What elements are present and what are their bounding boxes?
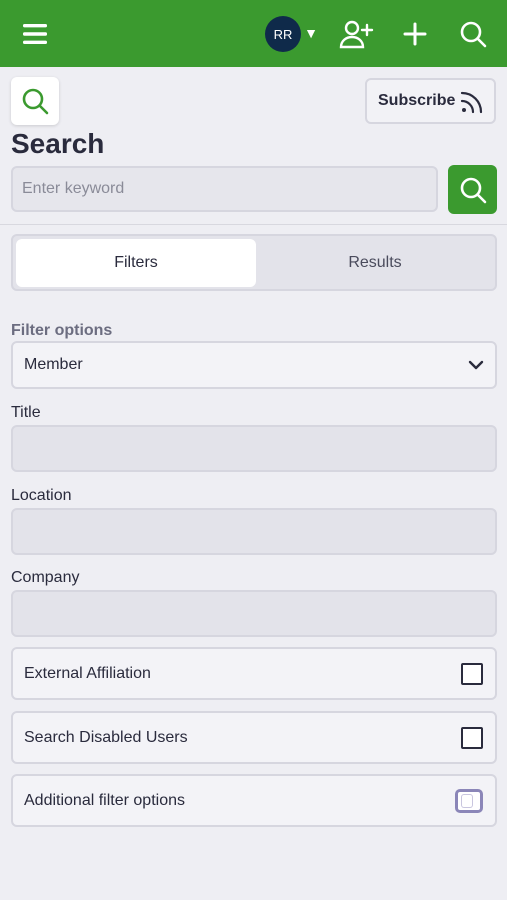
page-title: Search <box>11 128 105 159</box>
search-input[interactable] <box>11 166 438 212</box>
location-label: Location <box>11 487 72 504</box>
hamburger-menu-icon[interactable] <box>19 18 51 50</box>
rss-icon <box>460 90 484 119</box>
search-disabled-users-label: Search Disabled Users <box>24 728 188 746</box>
top-app-bar: RR ▼ <box>0 0 507 67</box>
title-field[interactable] <box>11 425 497 472</box>
search-disabled-users-checkbox[interactable] <box>461 727 483 749</box>
filter-options-value: Member <box>24 356 83 373</box>
chevron-down-icon <box>467 356 485 379</box>
search-disabled-users-row[interactable]: Search Disabled Users <box>11 711 497 764</box>
additional-filter-options-row[interactable]: Additional filter options <box>11 774 497 827</box>
tab-bar: Filters Results <box>11 234 497 291</box>
search-icon[interactable] <box>456 16 490 52</box>
add-user-icon[interactable] <box>338 16 374 52</box>
filter-options-select[interactable]: Member <box>11 341 497 389</box>
caret-down-icon[interactable]: ▼ <box>303 22 319 44</box>
filter-options-label: Filter options <box>11 322 113 339</box>
plus-icon[interactable] <box>398 16 432 52</box>
external-affiliation-checkbox[interactable] <box>461 663 483 685</box>
search-submit-button[interactable] <box>448 165 497 214</box>
company-field[interactable] <box>11 590 497 637</box>
tab-filters[interactable]: Filters <box>16 239 256 287</box>
additional-filter-options-toggle[interactable] <box>455 789 483 813</box>
search-icon <box>460 177 486 203</box>
tab-results[interactable]: Results <box>256 239 494 287</box>
subscribe-button[interactable]: Subscribe <box>365 78 496 124</box>
company-label: Company <box>11 569 80 586</box>
search-page-icon <box>11 77 59 125</box>
additional-filter-options-label: Additional filter options <box>24 791 185 809</box>
title-label: Title <box>11 404 41 421</box>
external-affiliation-label: External Affiliation <box>24 664 151 682</box>
location-field[interactable] <box>11 508 497 555</box>
divider <box>0 224 507 225</box>
subscribe-label: Subscribe <box>378 92 456 109</box>
external-affiliation-row[interactable]: External Affiliation <box>11 647 497 700</box>
avatar[interactable]: RR <box>265 16 301 52</box>
